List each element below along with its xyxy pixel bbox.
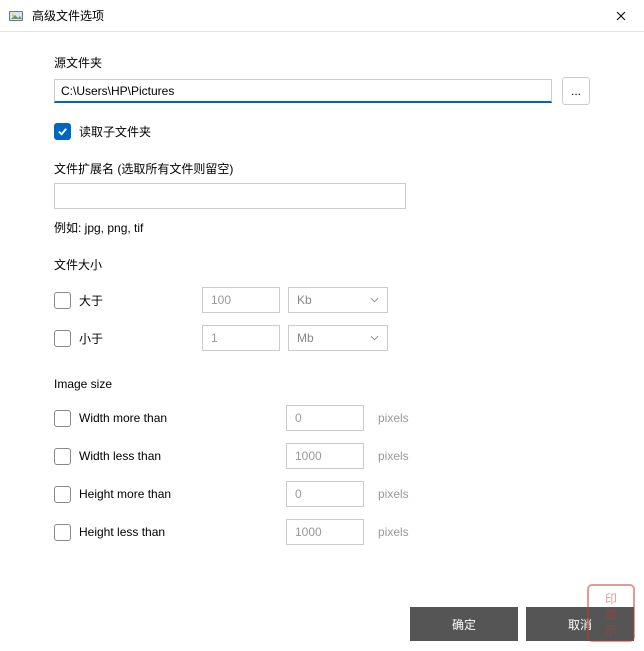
filesize-lt-input[interactable] — [202, 325, 280, 351]
browse-button[interactable]: ... — [562, 77, 590, 105]
source-folder-label: 源文件夹 — [54, 54, 590, 71]
filesize-lt-checkbox[interactable] — [54, 330, 71, 347]
height-more-input[interactable] — [286, 481, 364, 507]
pixels-unit: pixels — [378, 449, 409, 463]
close-button[interactable] — [598, 0, 644, 32]
height-more-label: Height more than — [79, 487, 171, 501]
pixels-unit: pixels — [378, 525, 409, 539]
filesize-lt-unit-value: Mb — [297, 331, 314, 345]
check-icon — [57, 126, 68, 137]
width-less-checkbox[interactable] — [54, 448, 71, 465]
close-icon — [616, 11, 626, 21]
read-subfolders-label: 读取子文件夹 — [79, 123, 151, 140]
app-icon — [8, 8, 24, 24]
window-title: 高级文件选项 — [32, 7, 104, 24]
extension-label: 文件扩展名 (选取所有文件则留空) — [54, 160, 590, 177]
filesize-gt-unit-select[interactable]: Kb — [288, 287, 388, 313]
chevron-down-icon — [370, 297, 379, 303]
width-less-input[interactable] — [286, 443, 364, 469]
pixels-unit: pixels — [378, 411, 409, 425]
ok-button[interactable]: 确定 — [410, 607, 518, 641]
pixels-unit: pixels — [378, 487, 409, 501]
svg-text:印: 印 — [605, 592, 617, 606]
filesize-gt-input[interactable] — [202, 287, 280, 313]
filesize-lt-label: 小于 — [79, 330, 103, 347]
filesize-label: 文件大小 — [54, 256, 590, 273]
filesize-gt-checkbox[interactable] — [54, 292, 71, 309]
width-less-label: Width less than — [79, 449, 161, 463]
height-more-checkbox[interactable] — [54, 486, 71, 503]
cancel-button[interactable]: 取消 — [526, 607, 634, 641]
extension-hint: 例如: jpg, png, tif — [54, 219, 590, 236]
width-more-checkbox[interactable] — [54, 410, 71, 427]
height-less-label: Height less than — [79, 525, 165, 539]
filesize-gt-label: 大于 — [79, 292, 103, 309]
height-less-input[interactable] — [286, 519, 364, 545]
extension-input[interactable] — [54, 183, 406, 209]
read-subfolders-checkbox[interactable] — [54, 123, 71, 140]
dialog-footer: 确定 取消 — [410, 607, 634, 641]
width-more-input[interactable] — [286, 405, 364, 431]
imagesize-label: Image size — [54, 377, 590, 391]
titlebar: 高级文件选项 — [0, 0, 644, 32]
chevron-down-icon — [370, 335, 379, 341]
width-more-label: Width more than — [79, 411, 167, 425]
filesize-lt-unit-select[interactable]: Mb — [288, 325, 388, 351]
dialog-content: 源文件夹 ... 读取子文件夹 文件扩展名 (选取所有文件则留空) 例如: jp… — [0, 32, 644, 551]
height-less-checkbox[interactable] — [54, 524, 71, 541]
source-folder-input[interactable] — [54, 79, 552, 103]
filesize-gt-unit-value: Kb — [297, 293, 312, 307]
